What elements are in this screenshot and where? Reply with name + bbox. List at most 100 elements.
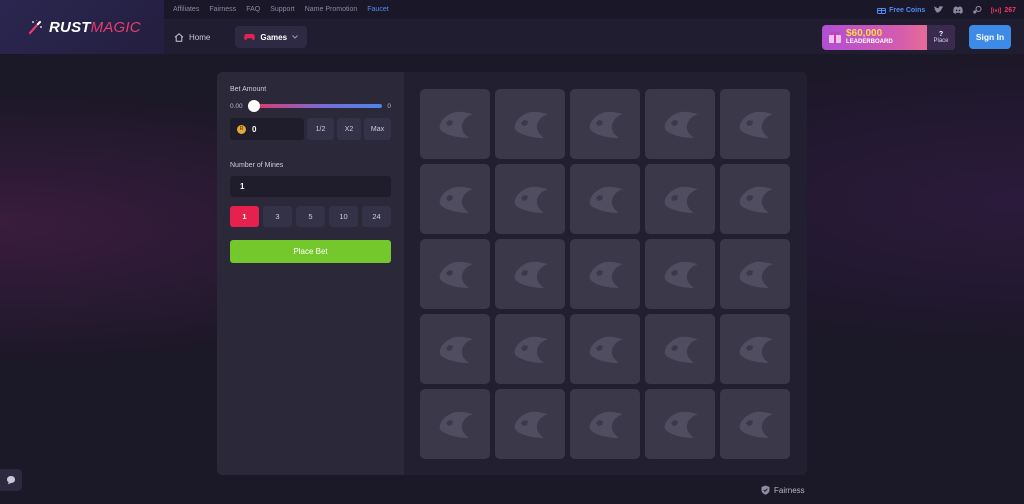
- nav-home-label: Home: [189, 32, 211, 42]
- mine-tile[interactable]: [645, 89, 715, 159]
- max-bet-button[interactable]: Max: [364, 118, 391, 140]
- mine-option-10[interactable]: 10: [329, 206, 358, 227]
- leaderboard-place-label: Place: [933, 38, 949, 44]
- mine-tile[interactable]: [720, 164, 790, 234]
- half-bet-button[interactable]: 1/2: [307, 118, 334, 140]
- mine-options: 1 3 5 10 24: [230, 206, 391, 227]
- mine-tile[interactable]: [495, 389, 565, 459]
- mine-tile[interactable]: [495, 164, 565, 234]
- mine-tile[interactable]: [645, 164, 715, 234]
- bet-amount-value: 0: [252, 124, 257, 134]
- leaderboard-info: $60,000 LEADERBOARD: [822, 25, 927, 50]
- logo-rust: RUST: [49, 18, 91, 36]
- mine-tile[interactable]: [570, 239, 640, 309]
- mine-tile[interactable]: [420, 164, 490, 234]
- wizard-hat-icon: [664, 186, 698, 213]
- fairness-link[interactable]: Fairness: [761, 485, 805, 495]
- mine-option-5[interactable]: 5: [296, 206, 325, 227]
- link-faucet[interactable]: Faucet: [367, 6, 388, 13]
- mine-option-24[interactable]: 24: [362, 206, 391, 227]
- wizard-hat-icon: [514, 111, 548, 138]
- link-faq[interactable]: FAQ: [246, 6, 260, 13]
- top-links-bar: Affiliates Fairness FAQ Support Name Pro…: [164, 0, 1024, 20]
- leaderboard-place: ? Place: [927, 25, 955, 50]
- twitter-icon[interactable]: [934, 6, 944, 14]
- bet-amount-input[interactable]: R 0: [230, 118, 304, 140]
- gamepad-icon: [244, 34, 256, 41]
- mine-tile[interactable]: [720, 239, 790, 309]
- wizard-hat-icon: [664, 336, 698, 363]
- mines-game-panel: Bet Amount 0.00 0 R 0 1/2 X2 Max Number …: [217, 72, 807, 475]
- wizard-hat-icon: [589, 411, 623, 438]
- link-name-promotion[interactable]: Name Promotion: [305, 6, 358, 13]
- coin-icon: R: [237, 124, 246, 134]
- wizard-hat-icon: [514, 411, 548, 438]
- wizard-hat-icon: [664, 411, 698, 438]
- broadcast-icon: [991, 6, 1002, 14]
- logo[interactable]: RUSTMAGIC: [0, 0, 164, 54]
- leaderboard-banner[interactable]: $60,000 LEADERBOARD ? Place: [822, 25, 955, 50]
- logo-text: RUSTMAGIC: [49, 19, 141, 36]
- bet-amount-label: Bet Amount: [230, 86, 267, 93]
- mines-label: Number of Mines: [230, 162, 284, 169]
- mine-tile[interactable]: [570, 89, 640, 159]
- sign-in-button[interactable]: Sign In: [969, 25, 1011, 49]
- mine-tile[interactable]: [570, 314, 640, 384]
- nav-games-dropdown[interactable]: Games: [235, 26, 308, 48]
- online-count: 267: [1004, 6, 1016, 14]
- bet-slider-row: 0.00 0: [230, 100, 391, 112]
- mine-tile[interactable]: [645, 239, 715, 309]
- mine-tile[interactable]: [420, 89, 490, 159]
- wizard-hat-icon: [589, 336, 623, 363]
- wizard-hat-icon: [739, 111, 773, 138]
- bet-amount-row: R 0 1/2 X2 Max: [230, 118, 391, 140]
- nav-games-label: Games: [260, 32, 288, 42]
- wizard-hat-icon: [739, 411, 773, 438]
- mine-tile[interactable]: [570, 389, 640, 459]
- wizard-hat-icon: [514, 186, 548, 213]
- leaderboard-label: LEADERBOARD: [846, 39, 893, 45]
- mine-tile[interactable]: [720, 389, 790, 459]
- slider-min-value: 0.00: [230, 102, 243, 110]
- mine-tile[interactable]: [420, 239, 490, 309]
- wizard-hat-icon: [739, 336, 773, 363]
- mine-tile[interactable]: [570, 164, 640, 234]
- nav-home[interactable]: Home: [174, 33, 210, 42]
- place-bet-button[interactable]: Place Bet: [230, 240, 391, 263]
- free-coins-link[interactable]: Free Coins: [877, 6, 925, 14]
- top-right-group: Free Coins 267: [877, 0, 1016, 20]
- chat-button[interactable]: [0, 469, 22, 491]
- mine-tile[interactable]: [420, 389, 490, 459]
- link-support[interactable]: Support: [270, 6, 295, 13]
- mine-tile[interactable]: [495, 239, 565, 309]
- steam-icon[interactable]: [972, 6, 982, 14]
- mine-option-1[interactable]: 1: [230, 206, 259, 227]
- mine-tile[interactable]: [720, 89, 790, 159]
- mines-input[interactable]: 1: [230, 176, 391, 197]
- slider-thumb[interactable]: [247, 100, 260, 112]
- shield-check-icon: [761, 485, 770, 495]
- mine-tile[interactable]: [495, 314, 565, 384]
- double-bet-button[interactable]: X2: [337, 118, 361, 140]
- link-affiliates[interactable]: Affiliates: [173, 6, 199, 13]
- mines-value: 1: [240, 182, 245, 191]
- mine-option-3[interactable]: 3: [263, 206, 292, 227]
- home-icon: [174, 32, 184, 42]
- leaderboard-place-value: ?: [938, 31, 944, 38]
- online-counter: 267: [991, 7, 1016, 14]
- chevron-down-icon: [292, 35, 298, 39]
- slider-max-value: 0: [387, 102, 391, 110]
- mines-board: [404, 72, 807, 475]
- mine-tile[interactable]: [420, 314, 490, 384]
- mine-tile[interactable]: [720, 314, 790, 384]
- mine-tile[interactable]: [495, 89, 565, 159]
- discord-icon[interactable]: [953, 6, 964, 14]
- gift-icon: [877, 8, 887, 14]
- leaderboard-amount: $60,000: [846, 28, 883, 39]
- link-fairness[interactable]: Fairness: [209, 6, 236, 13]
- bet-slider[interactable]: [247, 100, 383, 112]
- wizard-hat-icon: [589, 111, 623, 138]
- mine-tile[interactable]: [645, 314, 715, 384]
- mine-tile[interactable]: [645, 389, 715, 459]
- wizard-hat-icon: [514, 261, 548, 288]
